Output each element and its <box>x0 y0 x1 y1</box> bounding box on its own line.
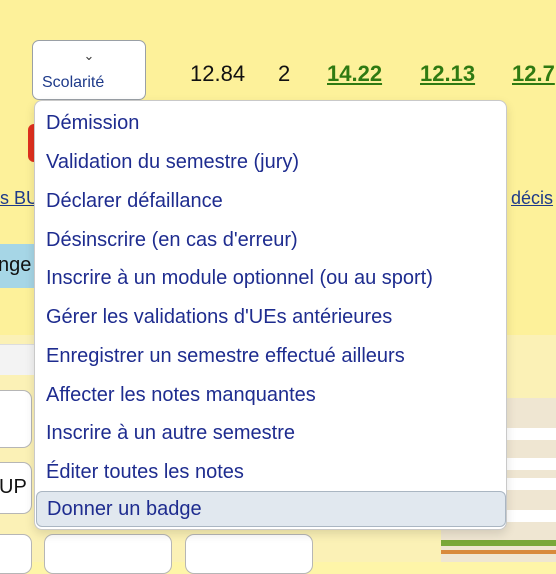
score-link[interactable]: 14.22 <box>327 61 382 87</box>
card-box[interactable] <box>185 534 313 574</box>
scolarite-button-label: Scolarité <box>42 74 105 91</box>
thumbnail-row <box>503 458 556 470</box>
blue-tab-label: nge <box>0 254 32 276</box>
thumbnail-row <box>503 428 556 440</box>
card-label: UP <box>0 476 27 498</box>
score-value: 2 <box>278 61 291 86</box>
card-box[interactable] <box>0 390 32 448</box>
menu-item-inscrire-autre-semestre[interactable]: Inscrire à un autre semestre <box>35 415 506 451</box>
thumbnail-row <box>503 510 556 522</box>
scolarite-dropdown-menu: Démission Validation du semestre (jury) … <box>34 100 507 530</box>
chevron-down-icon: ⌄ <box>83 48 95 63</box>
menu-item-donner-badge[interactable]: Donner un badge <box>36 491 506 527</box>
menu-item-inscrire-module-optionnel[interactable]: Inscrire à un module optionnel (ou au sp… <box>35 260 506 296</box>
score-value: 12.84 <box>190 61 246 86</box>
scolarite-button[interactable]: ⌄ Scolarité <box>32 40 146 100</box>
thumbnail-bar <box>441 540 556 546</box>
menu-item-desinscrire[interactable]: Désinscrire (en cas d'erreur) <box>35 222 506 258</box>
link-right[interactable]: décis <box>511 188 553 209</box>
menu-item-affecter-notes[interactable]: Affecter les notes manquantes <box>35 377 506 413</box>
menu-item-enregistrer-semestre[interactable]: Enregistrer un semestre effectué ailleur… <box>35 338 506 374</box>
menu-item-validations-ues[interactable]: Gérer les validations d'UEs antérieures <box>35 299 506 335</box>
menu-item-validation-semestre[interactable]: Validation du semestre (jury) <box>35 144 506 180</box>
menu-item-declarer-defaillance[interactable]: Déclarer défaillance <box>35 183 506 219</box>
card-box-up[interactable]: UP <box>0 462 32 514</box>
card-box[interactable] <box>0 534 32 574</box>
card-box[interactable] <box>44 534 172 574</box>
menu-item-demission[interactable]: Démission <box>35 105 506 141</box>
thumbnail-bar <box>441 550 556 554</box>
menu-item-editer-notes[interactable]: Éditer toutes les notes <box>35 454 506 490</box>
gray-strip <box>0 344 34 375</box>
score-link[interactable]: 12.7 <box>512 61 555 87</box>
blue-tab[interactable]: nge <box>0 244 38 288</box>
thumbnail-row <box>503 478 556 490</box>
score-link[interactable]: 12.13 <box>420 61 475 87</box>
